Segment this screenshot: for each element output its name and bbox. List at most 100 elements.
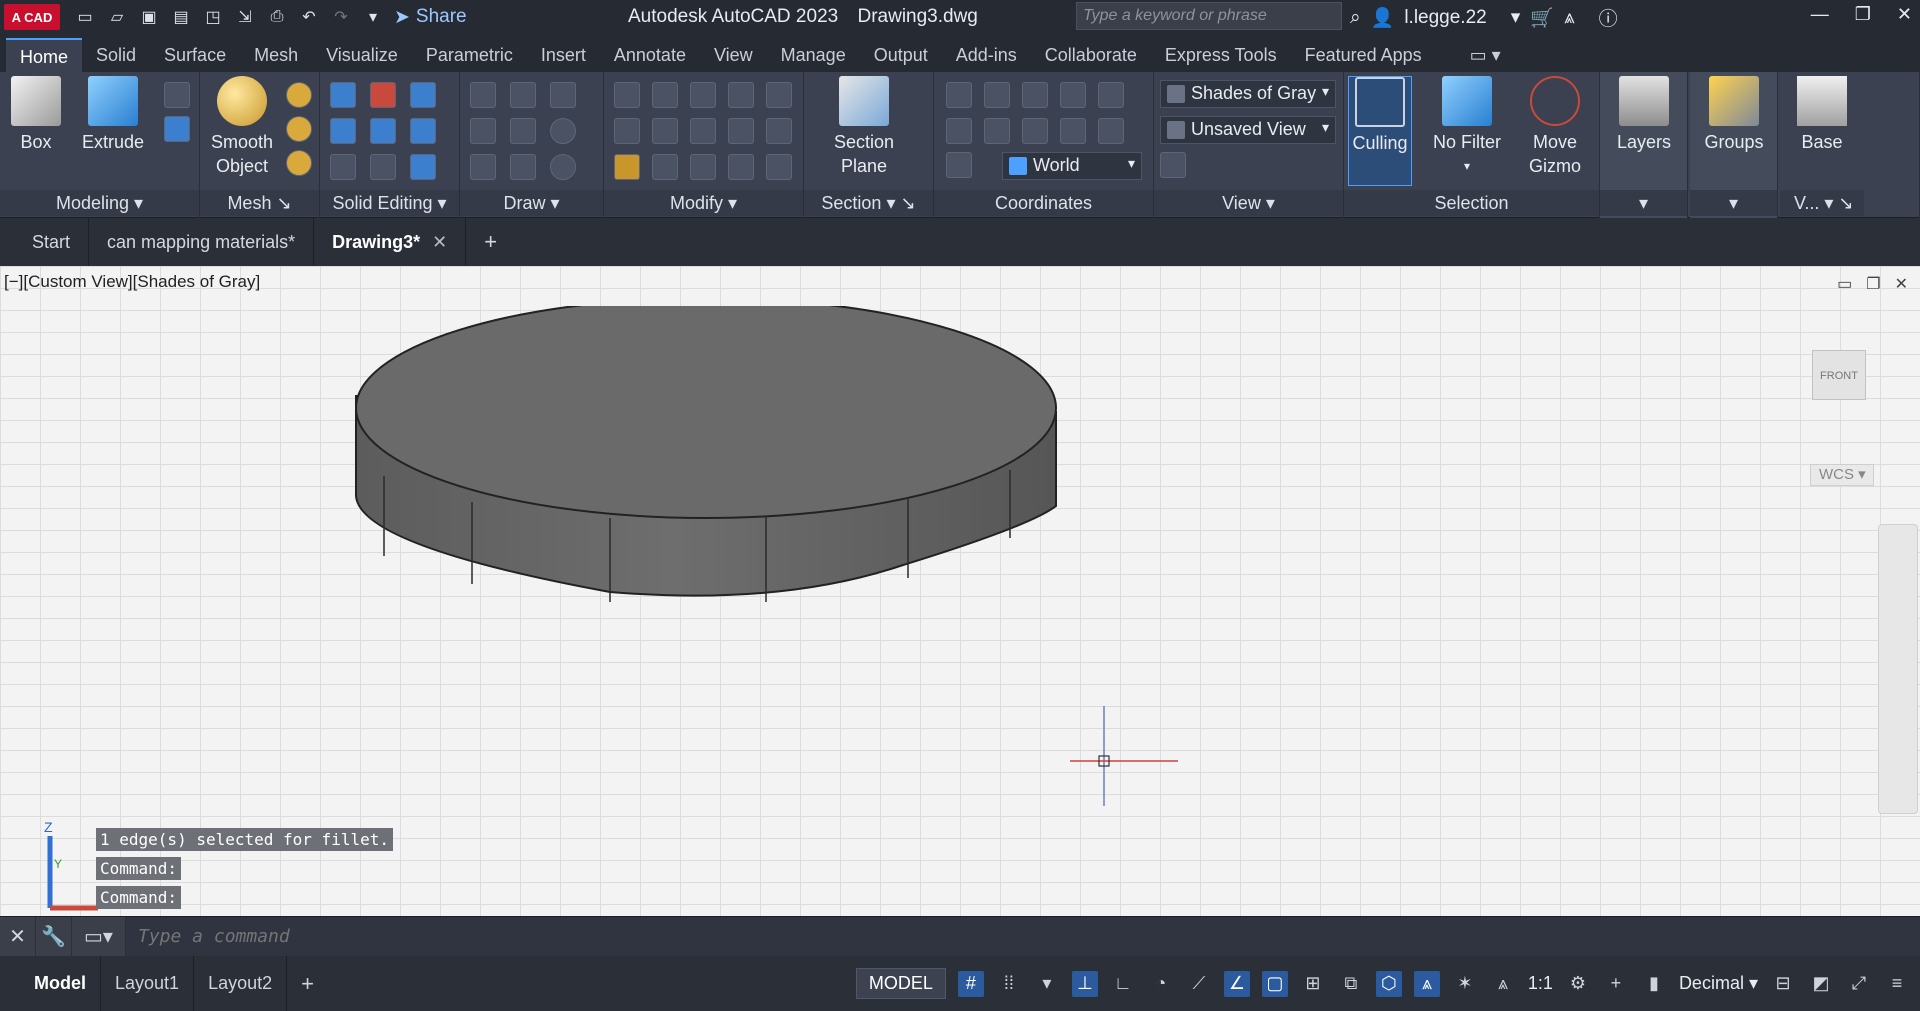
rectangle-icon[interactable] (510, 154, 536, 180)
tab-view[interactable]: View (700, 38, 767, 72)
presspull-icon[interactable] (164, 116, 190, 142)
viewport-config-icon[interactable] (1160, 152, 1186, 178)
offset-icon[interactable] (728, 154, 754, 180)
restore-icon[interactable]: ❐ (1866, 274, 1880, 294)
tab-parametric[interactable]: Parametric (412, 38, 527, 72)
ucs-origin-icon[interactable] (1098, 82, 1124, 108)
viewcube[interactable]: FRONT (1812, 350, 1866, 400)
quick-properties-icon[interactable]: ⊟ (1770, 971, 1796, 997)
object-snap-tracking-icon[interactable]: ∠ (1223, 970, 1250, 997)
layout-tab-layout1[interactable]: Layout1 (101, 956, 195, 1011)
ortho-icon[interactable]: ∟ (1110, 971, 1136, 997)
3d-osnap-icon[interactable]: ⬡ (1375, 970, 1402, 997)
ucs-z-icon[interactable] (1060, 118, 1086, 144)
grid-icon[interactable]: # (957, 970, 984, 997)
tab-solid[interactable]: Solid (82, 38, 150, 72)
rotate-icon[interactable] (690, 118, 716, 144)
smooth-more-icon[interactable] (286, 82, 312, 108)
box-button[interactable]: Box (6, 76, 66, 154)
move-gizmo-button[interactable]: Move Gizmo (1520, 76, 1590, 178)
separate-icon[interactable] (410, 118, 436, 144)
drawing-viewport[interactable]: [−][Custom View][Shades of Gray] ▭ ❐ ✕ F… (0, 266, 1920, 916)
customize-wrench-icon[interactable]: 🔧 (36, 916, 72, 957)
object-snap-icon[interactable]: ▢ (1261, 970, 1288, 997)
chevron-down-icon[interactable]: ▾ (1511, 6, 1521, 29)
section-plane-button[interactable]: Section Plane (822, 76, 906, 178)
mirror-icon[interactable] (614, 82, 640, 108)
modeling-panel-label[interactable]: Modeling ▾ (0, 190, 199, 216)
modify-panel-label[interactable]: Modify ▾ (604, 190, 803, 216)
subtract-icon[interactable] (370, 82, 396, 108)
3d-move-icon[interactable] (728, 82, 754, 108)
tab-manage[interactable]: Manage (767, 38, 860, 72)
polysolid-icon[interactable] (164, 82, 190, 108)
import-icon[interactable]: ⇲ (234, 6, 256, 28)
close-icon[interactable]: ✕ (1895, 274, 1908, 294)
clean-screen-icon[interactable]: ⤢ (1846, 971, 1872, 997)
restore-icon[interactable]: ❐ (1855, 4, 1871, 25)
visual-style-dropdown[interactable]: Shades of Gray (1160, 80, 1336, 108)
save-icon[interactable]: ▣ (138, 6, 160, 28)
open-folder-icon[interactable]: ▱ (106, 6, 128, 28)
share-button[interactable]: ➤ Share (394, 6, 467, 29)
rectangular-array-icon[interactable] (766, 154, 792, 180)
command-input[interactable] (126, 916, 1920, 957)
ribbon-display-toggle[interactable]: ▭ ▾ (1456, 38, 1515, 72)
arc-icon[interactable] (550, 82, 576, 108)
username[interactable]: l.legge.22 (1404, 7, 1486, 29)
smooth-object-button[interactable]: Smooth Object (208, 76, 276, 178)
tab-output[interactable]: Output (860, 38, 942, 72)
tab-insert[interactable]: Insert (527, 38, 600, 72)
doc-tab-can-mapping-materials[interactable]: can mapping materials* (89, 218, 315, 266)
redo-icon[interactable]: ↷ (330, 6, 352, 28)
tab-express-tools[interactable]: Express Tools (1151, 38, 1291, 72)
extrude-button[interactable]: Extrude (78, 76, 148, 154)
add-layout-button[interactable]: + (287, 956, 328, 1011)
close-icon[interactable]: ✕ (432, 232, 447, 252)
draw-panel-label[interactable]: Draw ▾ (460, 190, 603, 216)
ucs-3point-icon[interactable] (1098, 118, 1124, 144)
interfere-icon[interactable] (330, 154, 356, 180)
ucs-previous-icon[interactable] (984, 118, 1010, 144)
annotation-visibility-icon[interactable]: ⩓ (1413, 970, 1440, 997)
open-web-icon[interactable]: ◳ (202, 6, 224, 28)
plot-icon[interactable]: ⎙ (266, 6, 288, 28)
model-space-button[interactable]: MODEL (855, 968, 946, 999)
intersect-icon[interactable] (330, 118, 356, 144)
ucs-dropdown[interactable]: World (1002, 152, 1142, 180)
scale-icon[interactable] (690, 154, 716, 180)
show-annotation-icon[interactable]: ⊞ (1300, 971, 1326, 997)
annotation-scale-value[interactable]: 1:1 (1528, 973, 1553, 994)
tab-annotate[interactable]: Annotate (600, 38, 700, 72)
ucs-named-icon[interactable] (984, 82, 1010, 108)
3d-align-icon[interactable] (652, 82, 678, 108)
polar-tracking-icon[interactable]: ◔ (1148, 971, 1174, 997)
base-view-button[interactable]: Base (1790, 76, 1854, 154)
layout-tab-model[interactable]: Model (0, 956, 101, 1011)
help-icon[interactable]: ⓘ (1599, 4, 1618, 31)
slice-icon[interactable] (370, 118, 396, 144)
ellipse-icon[interactable] (550, 154, 576, 180)
recent-commands-icon[interactable]: ▭▾ (72, 916, 126, 957)
layout-tab-layout2[interactable]: Layout2 (194, 956, 288, 1011)
refine-mesh-icon[interactable] (286, 150, 312, 176)
minimize-icon[interactable]: — (1811, 4, 1829, 25)
autodesk-a360-icon[interactable]: ⩓ (1564, 7, 1575, 29)
app-menu-button[interactable]: A CAD (4, 4, 60, 30)
smooth-less-icon[interactable] (286, 116, 312, 142)
named-view-dropdown[interactable]: Unsaved View (1160, 116, 1336, 144)
undo-icon[interactable]: ↶ (298, 6, 320, 28)
annotation-scale-icon[interactable]: ⩓ (1490, 971, 1516, 997)
tab-collaborate[interactable]: Collaborate (1031, 38, 1151, 72)
auto-scale-icon[interactable]: ✶ (1452, 971, 1478, 997)
customize-qat-icon[interactable]: ▾ (362, 6, 384, 28)
save-as-icon[interactable]: ▤ (170, 6, 192, 28)
solid-cylinder-model[interactable] (340, 306, 1080, 626)
base-panel-label[interactable]: V... ▾ ↘ (1780, 190, 1864, 216)
no-filter-button[interactable]: No Filter ▾ (1424, 76, 1510, 178)
units-dropdown[interactable]: Decimal ▾ (1679, 973, 1758, 994)
minimize-icon[interactable]: ▭ (1837, 274, 1852, 294)
view-panel-label[interactable]: View ▾ (1154, 190, 1343, 216)
cart-icon[interactable]: 🛒 (1530, 6, 1554, 30)
section-panel-label[interactable]: Section ▾ ↘ (804, 190, 933, 216)
